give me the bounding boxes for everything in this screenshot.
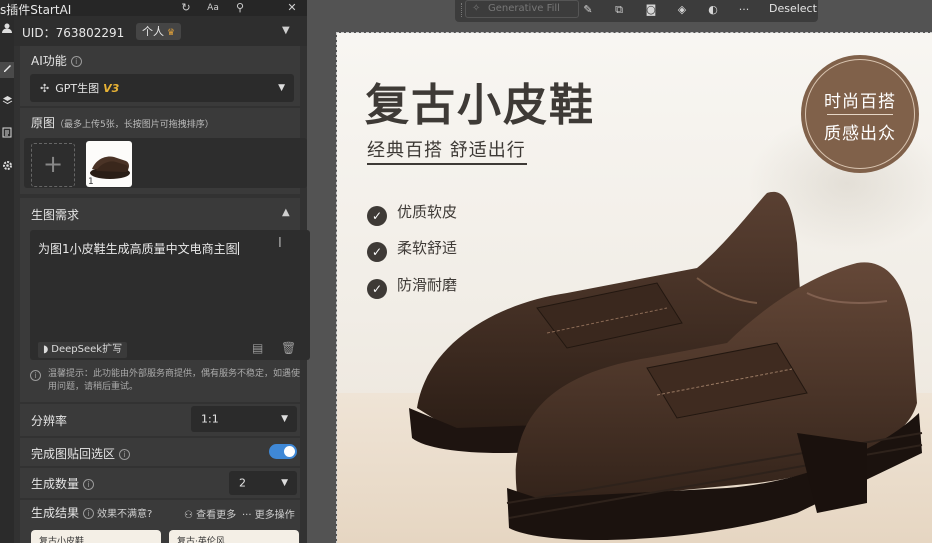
loafer-shoes-image [409, 191, 923, 540]
openai-icon: ✣ [40, 82, 50, 95]
font-size-icon[interactable]: Aa [205, 0, 221, 16]
resolution-select[interactable]: 1:1 ▼ [191, 406, 297, 432]
pin-icon[interactable]: ⚲ [232, 0, 248, 16]
info-icon: i [30, 370, 41, 381]
quantity-select[interactable]: 2 ▼ [229, 471, 297, 495]
quantity-label: 生成数量 i [31, 475, 95, 492]
more-icon: ··· [242, 510, 252, 521]
trash-icon[interactable]: 🗑 [281, 341, 296, 355]
check-icon: ✓ [367, 279, 387, 299]
generative-fill-button[interactable]: ✧ Generative Fill [465, 0, 579, 18]
info-icon: i [83, 508, 95, 519]
chevron-down-icon: ▼ [278, 83, 285, 93]
resolution-label: 分辨率 [31, 414, 68, 428]
badge-divider [827, 114, 893, 115]
startai-panel: s插件StartAI ↻ Aa ⚲ ✕ UID：763802291 个人 ♛ ▼ … [0, 0, 310, 543]
view-more-link[interactable]: ⚇ 查看更多 [184, 506, 236, 521]
quantity-value: 2 [239, 476, 246, 490]
invert-icon[interactable]: ◐ [704, 2, 722, 18]
close-icon[interactable]: ✕ [284, 0, 300, 16]
model-select[interactable]: ✣ GPT生图 V3 ▼ [30, 74, 294, 102]
thumb-index: 1 [88, 177, 94, 187]
document-icon[interactable] [0, 127, 14, 143]
poster-subtitle: 经典百搭 舒适出行 [367, 140, 526, 161]
info-icon: i [70, 56, 82, 67]
info-icon: i [83, 479, 95, 490]
chevron-down-icon: ▼ [281, 478, 288, 488]
requirement-text: 为图1小皮鞋生成高质量中文电商主图 [38, 242, 239, 256]
transform-icon[interactable]: ⧉ [610, 2, 628, 18]
app-window: s插件StartAI ↻ Aa ⚲ ✕ UID：763802291 个人 ♛ ▼ … [0, 0, 932, 543]
result-card-text: 复古小皮鞋 [39, 537, 85, 543]
badge-line-1: 时尚百搭 [824, 92, 896, 112]
text-caret [237, 242, 239, 255]
model-version-badge: V3 [103, 82, 120, 95]
paste-back-label: 完成图贴回选区 i [31, 445, 131, 462]
deepseek-icon: ◗ [43, 344, 49, 355]
results-label: 生成结果 i 效果不满意? [31, 506, 153, 520]
ai-function-label: AI功能 i [31, 52, 82, 69]
layers-icon[interactable] [0, 95, 14, 111]
document-canvas[interactable]: 复古小皮鞋 经典百搭 舒适出行 ✓ 优质软皮 ✓ 柔软舒适 ✓ 防滑耐磨 时尚百搭 质… [337, 33, 932, 543]
contextual-task-bar: ✧ Generative Fill ✎ ⧉ ◙ ◈ ◐ ··· Deselect [455, 0, 818, 22]
refresh-icon[interactable]: ↻ [178, 0, 194, 16]
resolution-value: 1:1 [201, 412, 219, 426]
prompt-library-icon[interactable]: ▤ [252, 341, 263, 355]
badge-line-2: 质感出众 [824, 124, 896, 144]
requirement-textarea[interactable]: 为图1小皮鞋生成高质量中文电商主图 I ◗ DeepSeek扩写 ▤ 🗑 [30, 230, 310, 360]
text-cursor-icon: I [278, 236, 282, 251]
result-card-2[interactable]: 复古·英伦风 [169, 530, 299, 543]
more-icon[interactable]: ··· [735, 2, 753, 18]
brush-icon[interactable]: ✎ [579, 2, 597, 18]
ai-function-section: AI功能 i ✣ GPT生图 V3 ▼ [20, 46, 300, 106]
service-notice-text: 温馨提示：此功能由外部服务商提供，偶有服务不稳定，如遇使用问题，请稍后重试。 [48, 369, 301, 392]
upload-area: + 1 [24, 138, 307, 188]
more-actions-link[interactable]: ··· 更多操作 [242, 506, 295, 521]
user-icon[interactable] [0, 22, 14, 38]
fill-bucket-icon[interactable]: ◈ [673, 2, 691, 18]
left-tool-rail [0, 0, 14, 543]
poster-title: 复古小皮鞋 [365, 80, 595, 131]
info-icon: i [119, 449, 131, 460]
check-icon: ✓ [367, 206, 387, 226]
add-image-button[interactable]: + [31, 143, 75, 187]
chevron-down-icon[interactable]: ▼ [282, 25, 290, 36]
model-select-value: ✣ GPT生图 V3 [40, 82, 120, 95]
result-card-1[interactable]: 复古小皮鞋 [31, 530, 161, 543]
mask-icon[interactable]: ◙ [642, 2, 660, 18]
uid-label: UID：763802291 [22, 26, 125, 40]
crown-icon: ♛ [167, 28, 176, 38]
toggle-knob [284, 446, 295, 457]
drag-handle[interactable] [461, 3, 462, 17]
history-icon: ⚇ [184, 510, 193, 521]
brush-icon[interactable] [0, 62, 14, 78]
requirement-label: 生图需求 [31, 208, 80, 222]
chevron-up-icon[interactable]: ▲ [282, 207, 290, 218]
source-image-thumb[interactable]: 1 [86, 141, 132, 187]
panel-titlebar: s插件StartAI ↻ Aa ⚲ ✕ [0, 0, 307, 17]
chevron-down-icon: ▼ [281, 414, 288, 424]
deepseek-expand-button[interactable]: ◗ DeepSeek扩写 [38, 342, 128, 358]
uid-bar: UID：763802291 个人 ♛ ▼ [14, 16, 307, 46]
paste-back-toggle[interactable] [269, 444, 297, 459]
gear-icon[interactable] [0, 160, 14, 176]
check-icon: ✓ [367, 242, 387, 262]
sparkle-icon: ✧ [472, 3, 481, 14]
account-badge-label: 个人 [142, 25, 164, 38]
source-image-label: 原图（最多上传5张，长按图片可拖拽排序） [31, 116, 214, 130]
source-image-hint: （最多上传5张，长按图片可拖拽排序） [55, 120, 214, 130]
result-card-text: 复古·英伦风 [177, 537, 225, 543]
promo-circle-badge: 时尚百搭 质感出众 [801, 55, 919, 173]
deselect-button[interactable]: Deselect [769, 2, 817, 15]
account-badge[interactable]: 个人 ♛ [136, 23, 182, 40]
subtitle-underline [367, 163, 527, 165]
results-feedback: 效果不满意? [97, 509, 153, 520]
